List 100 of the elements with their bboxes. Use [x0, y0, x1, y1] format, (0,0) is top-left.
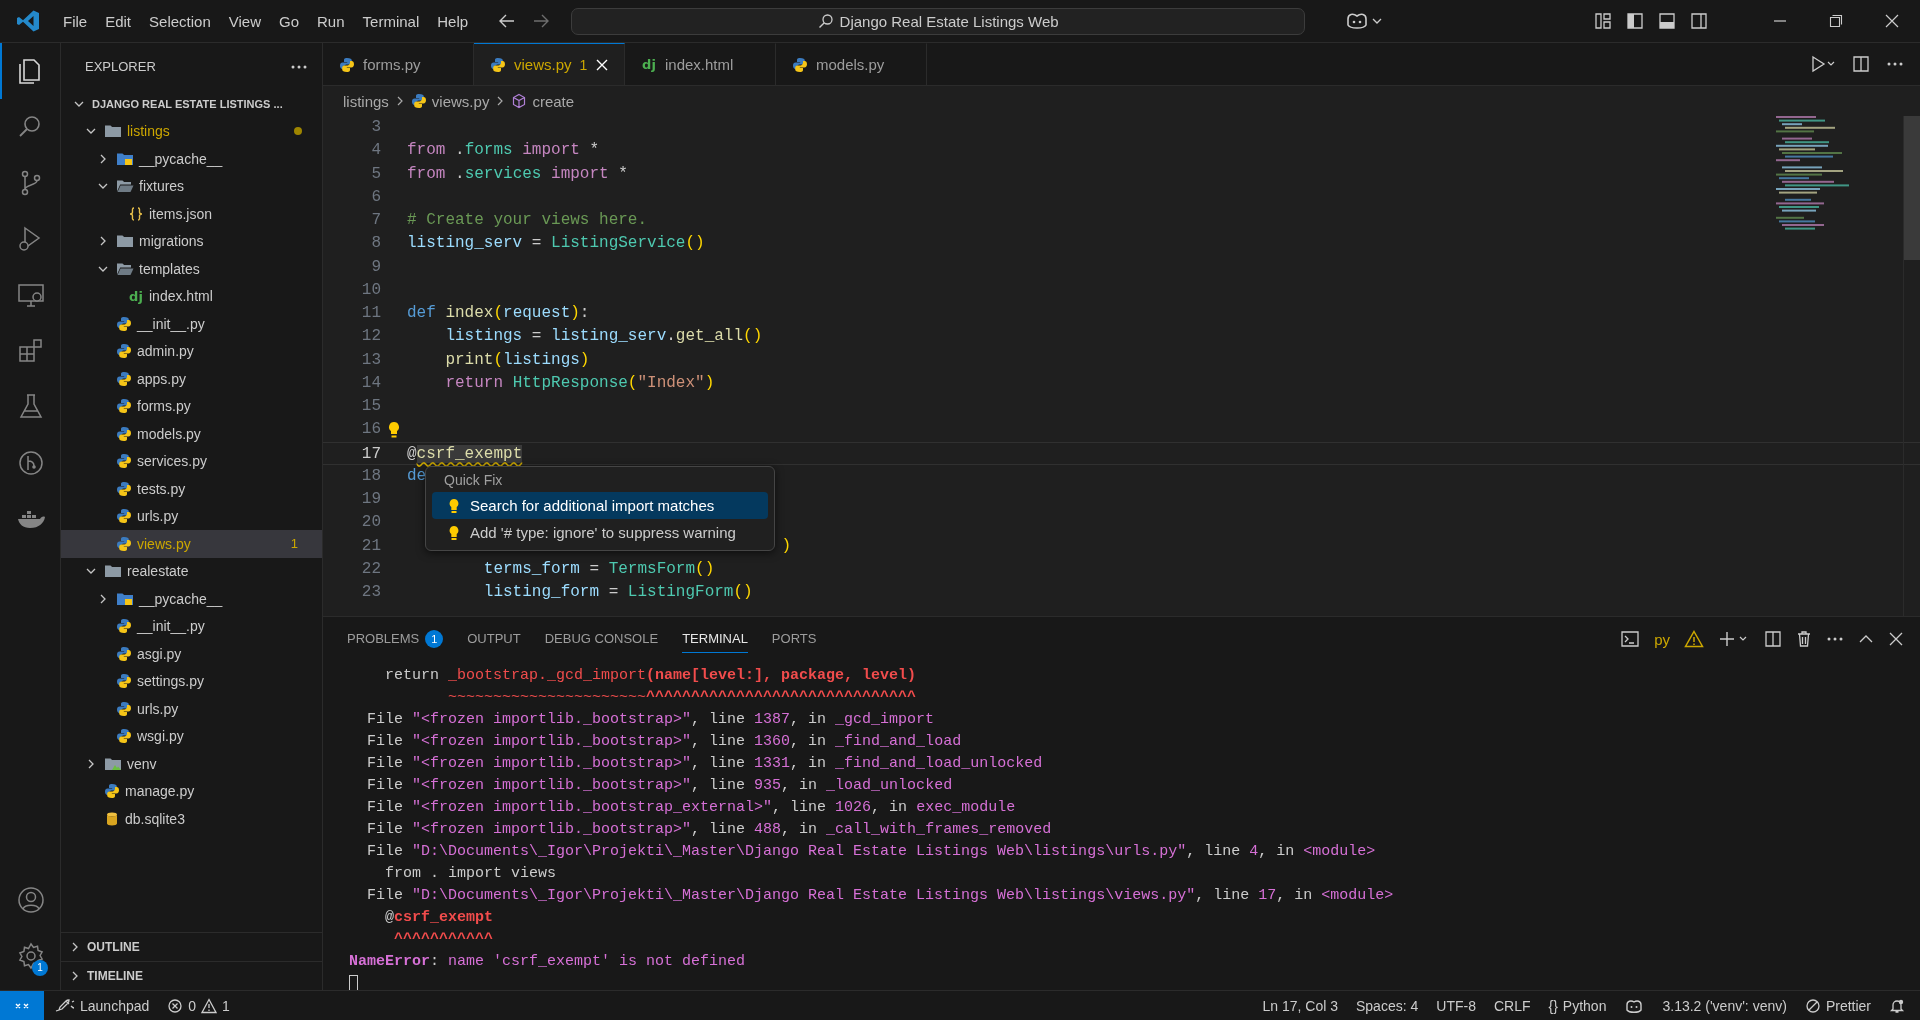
panel-tab[interactable]: TERMINAL: [682, 625, 748, 653]
trash-icon[interactable]: [1796, 630, 1812, 648]
terminal-line: from . import views: [384, 865, 557, 882]
tree-item[interactable]: views.py 1: [61, 530, 322, 558]
line-number: 3: [370, 117, 381, 138]
activity-button[interactable]: 1: [0, 928, 60, 984]
tree-item[interactable]: settings.py: [61, 667, 322, 695]
tree-item[interactable]: dj index.html: [61, 282, 322, 310]
bell-icon[interactable]: [1889, 997, 1905, 1014]
command-center[interactable]: Django Real Estate Listings Web: [571, 7, 1306, 35]
more-icon[interactable]: [290, 63, 308, 70]
terminal-line: File "<frozen importlib._bootstrap>", line 935, in _load_unlocked: [366, 777, 953, 794]
tree-item[interactable]: forms.py: [61, 392, 322, 420]
lightbulb-icon[interactable]: [387, 420, 401, 439]
tree-item[interactable]: templates: [61, 255, 322, 283]
database-icon: [104, 810, 120, 827]
tree-item[interactable]: models.py: [61, 420, 322, 448]
python-icon: [792, 56, 808, 73]
run-icon[interactable]: [1810, 55, 1836, 73]
line-number: 7: [370, 210, 381, 231]
tree-item[interactable]: tests.py: [61, 475, 322, 503]
python-icon: [116, 618, 132, 635]
tree-item[interactable]: migrations: [61, 227, 322, 255]
tree-item[interactable]: __pycache__: [61, 145, 322, 173]
status-item[interactable]: 3.13.2 ('venv': venv): [1653, 990, 1796, 1020]
menu-item[interactable]: Go: [270, 8, 308, 34]
terminal-line: File "D:\Documents\_Igor\Projekti\_Master\Django Real Estate Listings Web\listings\urls.py", line 4, in <module>: [366, 843, 1376, 860]
braces-icon: [128, 205, 144, 222]
search-icon: [817, 13, 834, 29]
remote-button[interactable]: [0, 990, 44, 1020]
tree-item[interactable]: urls.py: [61, 502, 322, 530]
python-icon: [116, 370, 132, 387]
problems-button[interactable]: 0 1: [158, 990, 239, 1020]
copilot-icon[interactable]: [1345, 11, 1370, 31]
tree-item[interactable]: items.json: [61, 200, 322, 228]
menu-item[interactable]: Add '# type: ignore' to suppress warning: [432, 519, 768, 546]
menu-item[interactable]: Terminal: [353, 8, 429, 34]
tree-item[interactable]: apps.py: [61, 365, 322, 393]
tree-item[interactable]: manage.py: [61, 777, 322, 805]
menu-item[interactable]: View: [219, 8, 270, 34]
terminal-line: File "<frozen importlib._bootstrap_external>", line 1026, in exec_module: [366, 799, 1016, 816]
copilot-icon[interactable]: [1624, 997, 1645, 1014]
panel-tab[interactable]: OUTPUT: [467, 625, 521, 653]
terminal-name[interactable]: py: [1654, 630, 1670, 648]
menu-item[interactable]: Selection: [140, 8, 220, 34]
tree-item[interactable]: fixtures: [61, 172, 322, 200]
close-icon[interactable]: [1888, 631, 1904, 647]
terminal-icon: [1620, 630, 1641, 648]
python-icon: [116, 453, 132, 470]
editor-tab[interactable]: models.py: [776, 43, 927, 85]
no-entry-icon: [1804, 997, 1821, 1014]
panel-tab[interactable]: PROBLEMS 1: [347, 625, 444, 653]
project-folder[interactable]: DJANGO REAL ESTATE LISTINGS ...: [61, 90, 322, 118]
tree-item[interactable]: __pycache__: [61, 585, 322, 613]
editor-tab[interactable]: views.py 1: [474, 43, 625, 85]
menu-item[interactable]: File: [54, 8, 97, 34]
tree-item[interactable]: urls.py: [61, 695, 322, 723]
panel-tab[interactable]: PORTS: [771, 625, 817, 653]
more-icon[interactable]: [1886, 61, 1904, 67]
prettier-button[interactable]: Prettier: [1795, 990, 1880, 1020]
tree-item[interactable]: listings: [61, 117, 322, 145]
split-icon[interactable]: [1764, 630, 1782, 648]
breadcrumb-item[interactable]: listings: [343, 92, 389, 110]
terminal-line: NameError: name 'csrf_exempt' is not defined: [349, 953, 746, 970]
status-item[interactable]: CRLF: [1484, 990, 1540, 1020]
menu-item[interactable]: Help: [428, 8, 478, 34]
status-item[interactable]: Ln 17, Col 3: [1253, 990, 1347, 1020]
split-view-icon[interactable]: [1690, 12, 1708, 30]
breadcrumb-item[interactable]: create: [532, 92, 575, 110]
code-line: def index(request):: [407, 303, 590, 324]
status-item[interactable]: UTF-8: [1427, 990, 1485, 1020]
code-line: from .forms import *: [407, 140, 600, 162]
tree-item[interactable]: __init__.py: [61, 310, 322, 338]
panel-tab[interactable]: DEBUG CONSOLE: [544, 625, 659, 653]
tree-item[interactable]: services.py: [61, 447, 322, 475]
python-icon: [116, 315, 132, 332]
language-button[interactable]: {} Python: [1539, 990, 1616, 1020]
split-editor-icon[interactable]: [1852, 55, 1870, 73]
scrollbar[interactable]: [1903, 116, 1920, 616]
python-icon: [116, 398, 132, 415]
launchpad-button[interactable]: Launchpad: [44, 990, 159, 1020]
tree-item[interactable]: wsgi.py: [61, 722, 322, 750]
tree-item[interactable]: venv: [61, 750, 322, 778]
menu-item[interactable]: Search for additional import matches: [432, 492, 768, 519]
status-item[interactable]: Spaces: 4: [1347, 990, 1428, 1020]
editor-tab[interactable]: dj index.html: [625, 43, 776, 85]
tree-item[interactable]: admin.py: [61, 337, 322, 365]
tree-item[interactable]: asgi.py: [61, 640, 322, 668]
menu-item[interactable]: Edit: [96, 8, 141, 34]
section-header[interactable]: OUTLINE: [61, 932, 322, 961]
breadcrumb-item[interactable]: views.py: [431, 92, 490, 110]
sidebar-toggle-icon[interactable]: [1626, 12, 1644, 30]
menu-title: Quick Fix: [443, 471, 504, 490]
tree-item[interactable]: db.sqlite3: [61, 805, 322, 833]
layout-icon[interactable]: [1594, 12, 1612, 30]
more-icon[interactable]: [1826, 636, 1844, 642]
panel-toggle-icon[interactable]: [1658, 12, 1676, 30]
menu-item[interactable]: Run: [308, 8, 354, 34]
tree-item[interactable]: realestate: [61, 557, 322, 585]
tree-item[interactable]: __init__.py: [61, 612, 322, 640]
